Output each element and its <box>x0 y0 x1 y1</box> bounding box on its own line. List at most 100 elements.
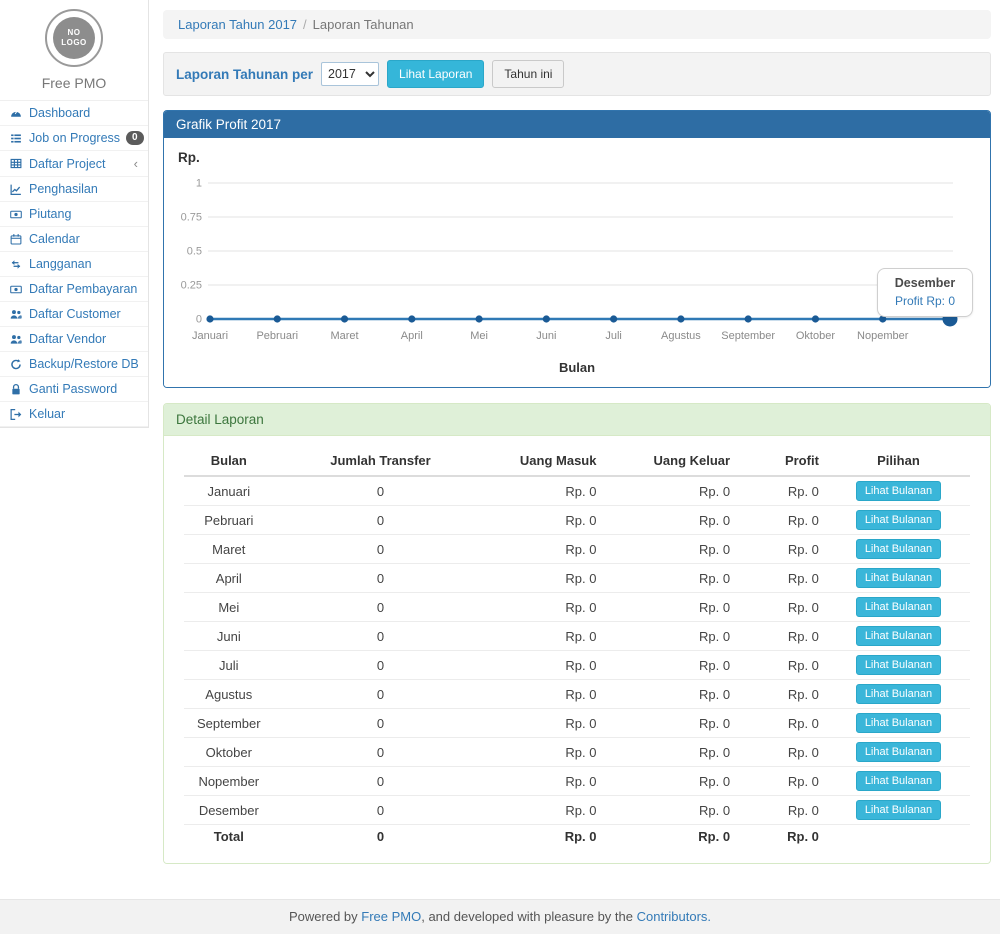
table-row: Pebruari0Rp. 0Rp. 0Rp. 0Lihat Bulanan <box>184 506 970 535</box>
table-cell: Rp. 0 <box>487 651 604 680</box>
sidebar-item-keluar[interactable]: Keluar <box>0 402 148 427</box>
table-cell: Rp. 0 <box>487 709 604 738</box>
table-row: Nopember0Rp. 0Rp. 0Rp. 0Lihat Bulanan <box>184 767 970 796</box>
svg-text:0.25: 0.25 <box>181 280 202 292</box>
table-cell: Rp. 0 <box>604 738 738 767</box>
svg-text:Pebruari: Pebruari <box>256 330 298 342</box>
data-point-maret[interactable] <box>341 315 348 322</box>
breadcrumb-link[interactable]: Laporan Tahun 2017 <box>178 17 297 32</box>
sidebar-item-daftar-pembayaran[interactable]: Daftar Pembayaran <box>0 277 148 302</box>
table-cell: 0 <box>274 476 488 506</box>
view-monthly-button[interactable]: Lihat Bulanan <box>856 655 941 675</box>
table-cell: April <box>184 564 274 593</box>
sidebar-item-job-on-progress[interactable]: Job on Progress0 <box>0 126 148 151</box>
table-cell: Desember <box>184 796 274 825</box>
money-icon <box>9 208 23 221</box>
view-monthly-button[interactable]: Lihat Bulanan <box>856 510 941 530</box>
data-point-april[interactable] <box>408 315 415 322</box>
detail-report-panel: Detail Laporan BulanJumlah TransferUang … <box>163 403 991 864</box>
sidebar-item-daftar-customer[interactable]: Daftar Customer <box>0 302 148 327</box>
column-header-uang-keluar: Uang Keluar <box>604 446 738 476</box>
view-report-button[interactable]: Lihat Laporan <box>387 60 484 88</box>
table-cell: Rp. 0 <box>738 767 827 796</box>
view-monthly-button[interactable]: Lihat Bulanan <box>856 713 941 733</box>
calendar-icon <box>9 233 23 246</box>
svg-text:Januari: Januari <box>192 330 228 342</box>
table-cell: Rp. 0 <box>738 680 827 709</box>
sidebar-item-backup-restore-db[interactable]: Backup/Restore DB <box>0 352 148 377</box>
table-cell: Rp. 0 <box>604 709 738 738</box>
table-cell: Rp. 0 <box>487 476 604 506</box>
data-point-januari[interactable] <box>206 315 213 322</box>
monthly-report-table: BulanJumlah TransferUang MasukUang Kelua… <box>184 446 970 849</box>
view-monthly-button[interactable]: Lihat Bulanan <box>856 539 941 559</box>
total-cell: Rp. 0 <box>738 825 827 849</box>
sidebar-item-daftar-vendor[interactable]: Daftar Vendor <box>0 327 148 352</box>
sidebar-item-daftar-project[interactable]: Daftar Project‹ <box>0 151 148 177</box>
profit-chart-panel: Grafik Profit 2017 Rp. 00.250.50.751Janu… <box>163 110 991 388</box>
view-monthly-button[interactable]: Lihat Bulanan <box>856 684 941 704</box>
table-cell: Rp. 0 <box>604 651 738 680</box>
sidebar-item-label: Daftar Customer <box>29 307 140 321</box>
view-monthly-button[interactable]: Lihat Bulanan <box>856 771 941 791</box>
main-content: Laporan Tahun 2017/Laporan Tahunan Lapor… <box>149 0 1000 899</box>
table-cell: Rp. 0 <box>487 796 604 825</box>
table-cell: Rp. 0 <box>487 767 604 796</box>
data-point-agustus[interactable] <box>677 315 684 322</box>
tooltip-month: Desember <box>884 276 966 290</box>
users-icon <box>9 308 23 321</box>
table-cell: Rp. 0 <box>487 680 604 709</box>
data-point-juli[interactable] <box>610 315 617 322</box>
sidebar-item-ganti-password[interactable]: Ganti Password <box>0 377 148 402</box>
view-monthly-button[interactable]: Lihat Bulanan <box>856 481 941 501</box>
total-cell: 0 <box>274 825 488 849</box>
contributors-link[interactable]: Contributors. <box>637 909 711 924</box>
data-point-pebruari[interactable] <box>274 315 281 322</box>
svg-text:April: April <box>401 330 423 342</box>
data-point-oktober[interactable] <box>812 315 819 322</box>
sidebar-item-langganan[interactable]: Langganan <box>0 252 148 277</box>
logo-text-line2: LOGO <box>61 38 87 48</box>
y-axis-unit-label: Rp. <box>178 150 976 165</box>
table-row: April0Rp. 0Rp. 0Rp. 0Lihat Bulanan <box>184 564 970 593</box>
line-chart-icon <box>9 183 23 196</box>
sidebar-item-dashboard[interactable]: Dashboard <box>0 101 148 126</box>
column-header-pilihan: Pilihan <box>827 446 970 476</box>
current-year-button[interactable]: Tahun ini <box>492 60 564 88</box>
sidebar-item-piutang[interactable]: Piutang <box>0 202 148 227</box>
year-select[interactable]: 2017 <box>321 62 379 86</box>
sidebar-item-label: Langganan <box>29 257 140 271</box>
sidebar-item-calendar[interactable]: Calendar <box>0 227 148 252</box>
view-monthly-button[interactable]: Lihat Bulanan <box>856 742 941 762</box>
view-monthly-button[interactable]: Lihat Bulanan <box>856 626 941 646</box>
column-header-uang-masuk: Uang Masuk <box>487 446 604 476</box>
table-cell: 0 <box>274 651 488 680</box>
data-point-juni[interactable] <box>543 315 550 322</box>
table-cell: 0 <box>274 767 488 796</box>
table-cell: Nopember <box>184 767 274 796</box>
table-cell: 0 <box>274 680 488 709</box>
svg-text:1: 1 <box>196 178 202 190</box>
money-icon <box>9 283 23 296</box>
svg-text:Maret: Maret <box>330 330 358 342</box>
view-monthly-button[interactable]: Lihat Bulanan <box>856 800 941 820</box>
view-monthly-button[interactable]: Lihat Bulanan <box>856 568 941 588</box>
table-row: September0Rp. 0Rp. 0Rp. 0Lihat Bulanan <box>184 709 970 738</box>
data-point-mei[interactable] <box>475 315 482 322</box>
sidebar-item-label: Penghasilan <box>29 182 140 196</box>
svg-text:September: September <box>721 330 775 342</box>
page: NO LOGO Free PMO Dashboard Job on Progre… <box>0 0 1000 899</box>
sidebar-item-penghasilan[interactable]: Penghasilan <box>0 177 148 202</box>
table-cell: Rp. 0 <box>487 622 604 651</box>
table-cell: 0 <box>274 535 488 564</box>
table-cell: Rp. 0 <box>738 593 827 622</box>
view-monthly-button[interactable]: Lihat Bulanan <box>856 597 941 617</box>
data-point-september[interactable] <box>745 315 752 322</box>
free-pmo-link[interactable]: Free PMO <box>361 909 421 924</box>
footer: Powered by Free PMO, and developed with … <box>0 899 1000 934</box>
filter-label: Laporan Tahunan per <box>176 67 313 82</box>
table-cell: 0 <box>274 506 488 535</box>
x-axis-title: Bulan <box>178 360 976 375</box>
table-cell: Rp. 0 <box>738 506 827 535</box>
table-cell: Rp. 0 <box>604 680 738 709</box>
